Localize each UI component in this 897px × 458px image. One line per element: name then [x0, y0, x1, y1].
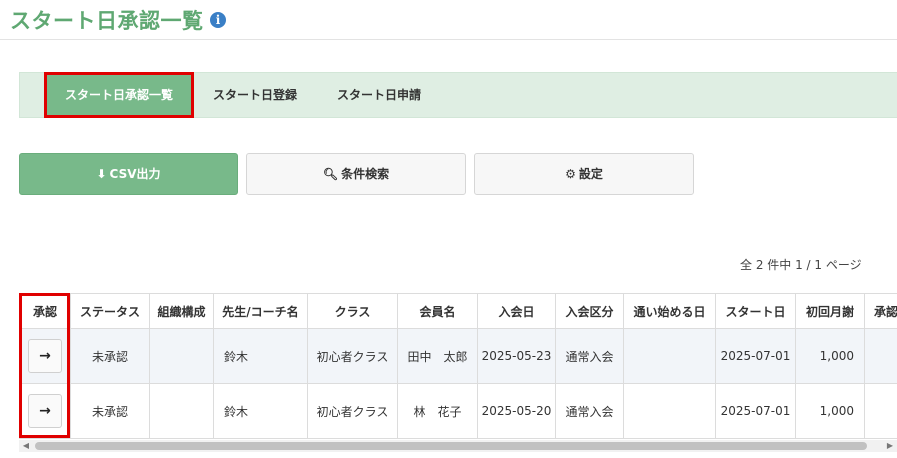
member-cell: 田中 太郎 [397, 328, 478, 384]
search-conditions-button[interactable]: 🔍︎ 条件検索 [246, 153, 466, 195]
pagination-summary: 全 2 件中 1 / 1 ページ [740, 258, 862, 272]
table-row: → 未承認 鈴木 初心者クラス 林 花子 2025-05-20 通常入会 202… [19, 383, 897, 439]
column-header-first-fee: 初回月謝 [795, 293, 865, 329]
approve-cell: → [19, 328, 71, 384]
approval-table: 承認 ステータス 組織構成 先生/コーチ名 クラス 会員名 入会日 入会区分 通… [19, 293, 897, 439]
tab-start-date-application[interactable]: スタート日申請 [337, 73, 421, 117]
tab-bar: スタート日承認一覧 スタート日登録 スタート日申請 [19, 72, 897, 118]
approve-arrow-button[interactable]: → [28, 394, 62, 428]
gear-icon: ⚙ [565, 167, 576, 181]
class-cell: 初心者クラス [307, 383, 398, 439]
approved-date-cell [864, 383, 897, 439]
table-row: → 未承認 鈴木 初心者クラス 田中 太郎 2025-05-23 通常入会 20… [19, 328, 897, 384]
status-cell: 未承認 [70, 328, 150, 384]
page-title: スタート日承認一覧 [10, 9, 204, 33]
join-date-cell: 2025-05-23 [477, 328, 556, 384]
first-fee-cell: 1,000 [795, 383, 865, 439]
column-header-approve: 承認 [19, 293, 71, 329]
column-header-teacher: 先生/コーチ名 [213, 293, 308, 329]
settings-button[interactable]: ⚙ 設定 [474, 153, 694, 195]
start-date-cell: 2025-07-01 [715, 328, 796, 384]
search-conditions-label: 条件検索 [341, 167, 390, 181]
column-header-approved-date: 承認日 [864, 293, 897, 329]
column-header-organization: 組織構成 [149, 293, 214, 329]
page-header: スタート日承認一覧 i [0, 0, 897, 40]
scroll-right-icon[interactable]: ▶ [885, 440, 895, 452]
approval-table-container: 承認 ステータス 組織構成 先生/コーチ名 クラス 会員名 入会日 入会区分 通… [19, 293, 897, 439]
join-date-cell: 2025-05-20 [477, 383, 556, 439]
join-type-cell: 通常入会 [555, 328, 624, 384]
org-cell [149, 328, 214, 384]
start-date-cell: 2025-07-01 [715, 383, 796, 439]
column-header-member: 会員名 [397, 293, 478, 329]
scrollbar-thumb[interactable] [35, 442, 867, 450]
member-cell: 林 花子 [397, 383, 478, 439]
table-header-row: 承認 ステータス 組織構成 先生/コーチ名 クラス 会員名 入会日 入会区分 通… [19, 293, 897, 329]
column-header-status: ステータス [70, 293, 150, 329]
csv-export-button[interactable]: ⬇ CSV出力 [19, 153, 238, 195]
approve-cell: → [19, 383, 71, 439]
teacher-cell: 鈴木 [213, 328, 308, 384]
tab-start-date-approval-list[interactable]: スタート日承認一覧 [44, 72, 194, 118]
csv-export-label: CSV出力 [109, 167, 161, 181]
first-fee-cell: 1,000 [795, 328, 865, 384]
search-icon: 🔍︎ [322, 167, 339, 181]
status-cell: 未承認 [70, 383, 150, 439]
horizontal-scrollbar[interactable]: ◀ ▶ [19, 440, 897, 452]
scroll-left-icon[interactable]: ◀ [21, 440, 31, 452]
join-type-cell: 通常入会 [555, 383, 624, 439]
org-cell [149, 383, 214, 439]
settings-label: 設定 [578, 167, 603, 181]
column-header-class: クラス [307, 293, 398, 329]
approve-arrow-button[interactable]: → [28, 339, 62, 373]
download-icon: ⬇ [96, 167, 107, 181]
tab-start-date-registration[interactable]: スタート日登録 [213, 73, 297, 117]
column-header-start-date: スタート日 [715, 293, 796, 329]
column-header-join-date: 入会日 [477, 293, 556, 329]
attend-start-cell [623, 383, 716, 439]
class-cell: 初心者クラス [307, 328, 398, 384]
attend-start-cell [623, 328, 716, 384]
teacher-cell: 鈴木 [213, 383, 308, 439]
column-header-join-type: 入会区分 [555, 293, 624, 329]
approved-date-cell [864, 328, 897, 384]
info-icon[interactable]: i [210, 12, 226, 28]
column-header-attend-start: 通い始める日 [623, 293, 716, 329]
